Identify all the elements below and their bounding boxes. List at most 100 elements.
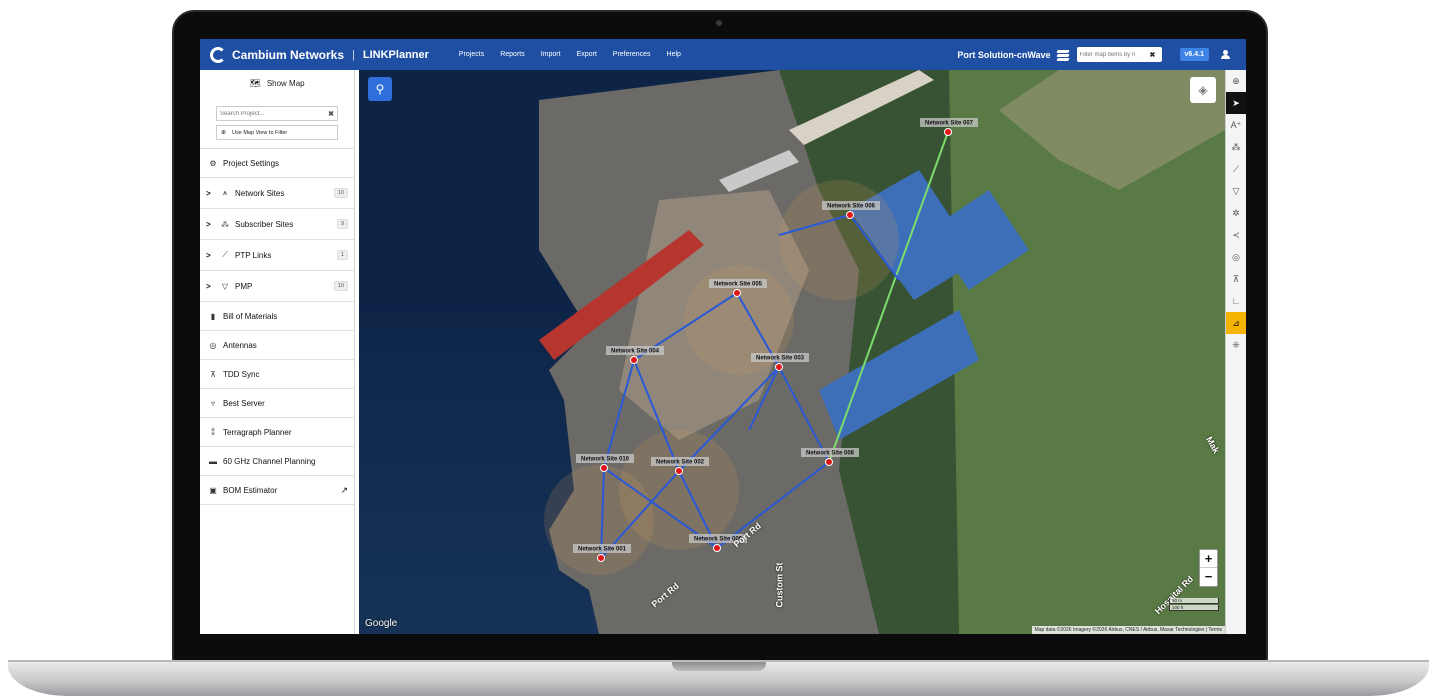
expand-caret-icon[interactable]: > [206,282,218,291]
sidebar-item-ptp-links[interactable]: > ⟋ PTP Links 1 [200,240,354,271]
add-subscriber-site-icon[interactable]: ⁂ [1226,136,1246,158]
sidebar-item-label: Antennas [223,340,257,350]
expand-caret-icon[interactable]: > [206,189,218,198]
sidebar-item-network-sites[interactable]: > ⩚ Network Sites 10 [200,178,354,209]
profile-tool-icon[interactable]: ∟ [1226,290,1246,312]
laptop-frame: Cambium Networks | LINKPlanner Projects … [0,0,1437,698]
sidebar-item-project-settings[interactable]: ⚙ Project Settings [200,149,354,178]
site-label: Network Site 001 [578,547,627,553]
site-label: Network Site 005 [714,282,763,288]
sidebar-item-pmp[interactable]: > ▽ PMP 10 [200,271,354,302]
site-dot[interactable] [630,356,638,364]
site-label: Network Site 008 [806,451,855,457]
menu-help[interactable]: Help [667,51,681,58]
site-dot[interactable] [733,289,741,297]
sidebar-item-label: Bill of Materials [223,311,278,321]
expand-caret-icon[interactable]: > [206,220,218,229]
add-mesh-icon[interactable]: ✲ [1226,202,1246,224]
add-link-icon[interactable]: ≺ [1226,224,1246,246]
menu-projects[interactable]: Projects [459,51,484,58]
clear-filter-icon[interactable]: ✖ [1150,51,1156,59]
site-dot[interactable] [825,458,833,466]
main-menu: Projects Reports Import Export Preferenc… [459,51,697,58]
sidebar-item-60ghz-channel-planning[interactable]: ▬ 60 GHz Channel Planning [200,447,354,476]
site-dot[interactable] [597,554,605,562]
menu-import[interactable]: Import [541,51,561,58]
brand-logo[interactable]: Cambium Networks | LINKPlanner [210,46,429,63]
count-badge: 10 [333,188,348,198]
zoom-out-button[interactable]: − [1200,568,1217,586]
link-icon: ⟋ [222,250,228,259]
zoom-in-button[interactable]: + [1200,550,1217,568]
site-dot[interactable] [775,363,783,371]
antenna-icon: ◎ [209,340,217,350]
product-name: LINKPlanner [362,48,429,61]
sidebar-item-label: BOM Estimator [223,485,278,495]
menu-export[interactable]: Export [577,51,597,58]
brand-separator: | [352,48,355,61]
map-tool-bar: ⊕ ➤ A⁺ ⁂ ⟋ ▽ ✲ ≺ ◎ ⊼ ∟ ⊿ ⁜ [1225,70,1246,634]
sidebar-nav: ⚙ Project Settings > ⩚ Network Sites 10 … [200,148,354,505]
add-ptp-link-icon[interactable]: ⟋ [1226,158,1246,180]
brand-name: Cambium Networks [232,47,345,62]
site-dot[interactable] [600,464,608,472]
add-antenna-icon[interactable]: ◎ [1226,246,1246,268]
sidebar-item-label: 60 GHz Channel Planning [223,456,316,466]
site-label: Network Site 003 [756,356,805,362]
project-search-area: ✖ ⊕ Use Map View to Filter [216,106,338,140]
sidebar-item-terragraph-planner[interactable]: ⁑ Terragraph Planner [200,418,354,447]
user-icon[interactable] [1221,50,1230,59]
sidebar: 🗺 Show Map ✖ ⊕ Use Map View to Filter ⚙ … [200,70,355,634]
site-label: Network Site 006 [827,204,876,210]
clear-search-icon[interactable]: ✖ [328,110,334,118]
map-filter-input[interactable] [1079,51,1150,58]
project-search-input[interactable] [220,110,329,117]
laptop-notch [672,662,766,671]
gear-icon: ⚙ [209,158,217,168]
add-pmp-icon[interactable]: ▽ [1226,180,1246,202]
sidebar-item-bill-of-materials[interactable]: ▮ Bill of Materials [200,302,354,331]
map-view[interactable]: Network Site 001 Network Site 002 Network … [359,70,1225,634]
count-badge: 10 [333,281,348,291]
scale-metric: 50 m [1169,598,1219,604]
expand-caret-icon[interactable]: > [206,251,218,260]
external-link-icon[interactable]: ↗ [340,485,348,496]
sidebar-item-label: Best Server [223,398,265,408]
menu-reports[interactable]: Reports [500,51,525,58]
cambium-logo-icon [210,46,226,63]
site-dot[interactable] [846,211,854,219]
show-map-button[interactable]: 🗺 Show Map [200,70,354,96]
document-icon: ▮ [210,311,216,321]
map-layers-button[interactable]: ◈ [1190,77,1216,103]
sidebar-item-tdd-sync[interactable]: ⊼ TDD Sync [200,360,354,389]
version-badge[interactable]: v6.4.1 [1179,48,1209,61]
site-label: Network Site 002 [656,460,705,466]
sidebar-item-bom-estimator[interactable]: ▣ BOM Estimator ↗ [200,476,354,505]
channel-icon: ▬ [209,456,217,466]
subscriber-icon: ⁂ [221,219,229,229]
map-attribution[interactable]: Map data ©2026 Imagery ©2026 Airbus, CNE… [1031,626,1225,634]
measure-tool-icon[interactable]: ⊿ [1226,312,1246,334]
select-pointer-icon[interactable]: ➤ [1226,92,1246,114]
map-view-filter-button[interactable]: ⊕ Use Map View to Filter [216,125,338,140]
site-dot[interactable] [675,467,683,475]
terragraph-icon: ⁑ [211,427,215,437]
globe-tool-icon[interactable]: ⊕ [1226,70,1246,92]
sidebar-item-label: Terragraph Planner [223,427,292,437]
map-scale: 50 m 100 ft [1169,598,1219,612]
site-dot[interactable] [944,128,952,136]
sidebar-item-best-server[interactable]: ▿ Best Server [200,389,354,418]
tower-icon: ⩚ [222,188,228,197]
scale-imperial: 100 ft [1169,605,1219,611]
google-logo: Google [365,618,398,629]
heatmap-tool-icon[interactable]: ⁜ [1226,334,1246,356]
layers-stack-icon[interactable] [1055,49,1070,61]
sidebar-item-antennas[interactable]: ◎ Antennas [200,331,354,360]
add-tdd-icon[interactable]: ⊼ [1226,268,1246,290]
map-search-button[interactable]: ⚲ [368,77,392,101]
sidebar-item-subscriber-sites[interactable]: > ⁂ Subscriber Sites 9 [200,209,354,240]
add-network-site-icon[interactable]: A⁺ [1226,114,1246,136]
menu-preferences[interactable]: Preferences [613,51,651,58]
site-label: Network Site 007 [925,121,974,127]
site-dot[interactable] [713,544,721,552]
